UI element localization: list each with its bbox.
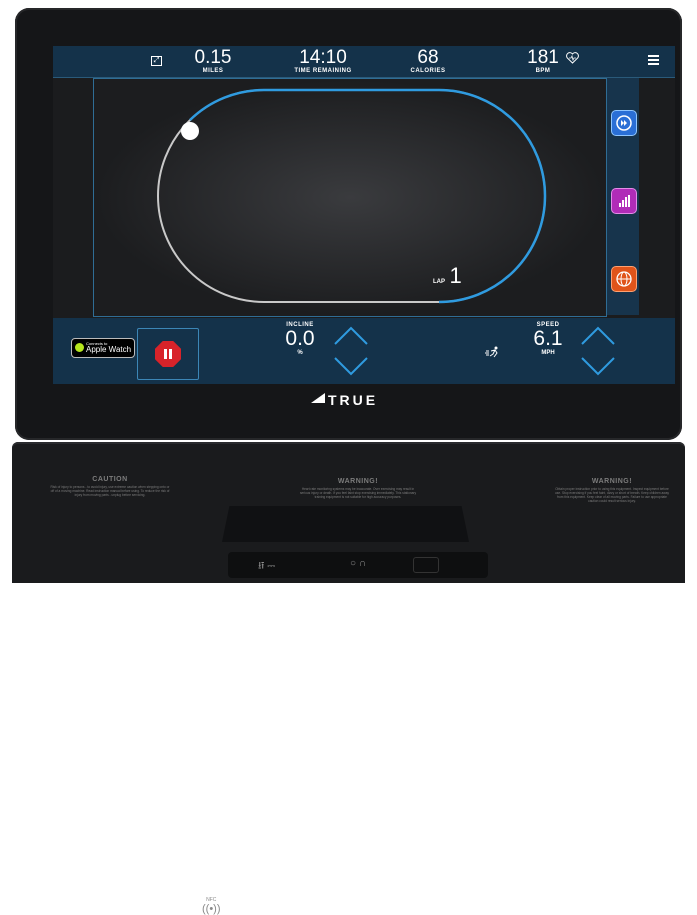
intervals-button[interactable] bbox=[611, 188, 637, 214]
time-value: 14:10 bbox=[299, 47, 347, 68]
warning-center-body: Heart rate monitoring systems may be ina… bbox=[299, 487, 417, 499]
brand-logo: TRUE bbox=[328, 392, 379, 408]
speed-display: SPEED 6.1 MPH bbox=[523, 322, 573, 356]
warning-right-label: WARNING! Obtain proper instruction prior… bbox=[552, 478, 672, 503]
nfc-icon: ((•)) bbox=[202, 903, 221, 915]
lap-value: 1 bbox=[449, 263, 462, 288]
stat-miles: 0.15 MILES bbox=[183, 48, 243, 75]
virtual-world-button[interactable] bbox=[611, 266, 637, 292]
touchscreen: ⤢ 0.15 MILES 14:10 TIME REMAINING 68 CAL… bbox=[53, 46, 675, 384]
apple-watch-badge[interactable]: Connects to Apple Watch bbox=[71, 338, 135, 358]
heart-rate-icon bbox=[566, 52, 579, 64]
lap-label: LAP bbox=[433, 279, 445, 285]
apple-watch-icon bbox=[75, 343, 84, 352]
miles-value: 0.15 bbox=[194, 47, 232, 68]
speed-down-chevron-icon[interactable] bbox=[578, 352, 618, 382]
runner-marker bbox=[181, 122, 199, 140]
brand-logo-icon bbox=[311, 393, 325, 403]
incline-unit: % bbox=[297, 350, 303, 356]
incline-down-chevron-icon[interactable] bbox=[331, 352, 371, 382]
pause-icon bbox=[155, 341, 181, 367]
lap-track bbox=[157, 88, 547, 304]
lap-counter: LAP 1 bbox=[433, 263, 462, 289]
stat-bpm: 181 BPM bbox=[513, 48, 573, 75]
stats-bar: ⤢ 0.15 MILES 14:10 TIME REMAINING 68 CAL… bbox=[53, 46, 675, 78]
port-panel: ⭿ ⎓ ○ ∩ bbox=[228, 552, 488, 578]
pause-button[interactable] bbox=[137, 328, 199, 380]
usb-icon[interactable]: ⭿ ⎓ bbox=[258, 559, 275, 576]
warning-center-label: WARNING! Heart rate monitoring systems m… bbox=[298, 478, 418, 499]
warning-right-body: Obtain proper instruction prior to using… bbox=[555, 487, 669, 503]
incline-display: INCLINE 0.0 % bbox=[275, 322, 325, 356]
nfc-reader[interactable]: NFC ((•)) bbox=[202, 897, 221, 915]
warning-right-title: WARNING! bbox=[591, 478, 633, 485]
bpm-label: BPM bbox=[535, 68, 551, 74]
apple-watch-label: Apple Watch bbox=[86, 345, 132, 354]
speed-up-chevron-icon[interactable] bbox=[578, 320, 618, 350]
globe-icon bbox=[616, 271, 632, 287]
expand-icon[interactable]: ⤢ bbox=[151, 56, 162, 66]
incline-value: 0.0 bbox=[285, 327, 315, 350]
stat-calories: 68 CALORIES bbox=[398, 48, 458, 75]
signal-bars-icon bbox=[619, 195, 630, 207]
bpm-value: 181 bbox=[527, 47, 559, 68]
charging-port[interactable] bbox=[413, 557, 439, 573]
warning-center-title: WARNING! bbox=[337, 478, 379, 485]
treadmill-console: ⤢ 0.15 MILES 14:10 TIME REMAINING 68 CAL… bbox=[0, 0, 697, 915]
speed-unit: MPH bbox=[541, 350, 555, 356]
fast-forward-icon bbox=[616, 115, 632, 131]
accessory-tray bbox=[222, 506, 469, 542]
runner-icon bbox=[485, 346, 498, 358]
caution-label: CAUTION Risk of injury to persons - to a… bbox=[50, 476, 170, 497]
track-progress bbox=[189, 88, 547, 304]
speed-value: 6.1 bbox=[533, 327, 563, 350]
track-outline bbox=[157, 89, 546, 303]
menu-icon[interactable] bbox=[648, 55, 659, 67]
screen-bezel: ⤢ 0.15 MILES 14:10 TIME REMAINING 68 CAL… bbox=[15, 8, 682, 440]
caution-body: Risk of injury to persons - to avoid inj… bbox=[50, 485, 170, 497]
stat-time: 14:10 TIME REMAINING bbox=[283, 48, 363, 75]
calories-label: CALORIES bbox=[410, 68, 446, 74]
track-view: LAP 1 bbox=[93, 78, 607, 317]
time-label: TIME REMAINING bbox=[294, 68, 352, 74]
headphone-jack-icon[interactable]: ○ ∩ bbox=[350, 558, 366, 569]
program-panel bbox=[606, 78, 639, 315]
caution-title: CAUTION bbox=[92, 476, 128, 483]
fast-forward-button[interactable] bbox=[611, 110, 637, 136]
miles-label: MILES bbox=[202, 68, 224, 74]
incline-up-chevron-icon[interactable] bbox=[331, 320, 371, 350]
calories-value: 68 bbox=[417, 47, 439, 68]
control-bar: Connects to Apple Watch INCLINE 0.0 % SP… bbox=[53, 318, 675, 384]
